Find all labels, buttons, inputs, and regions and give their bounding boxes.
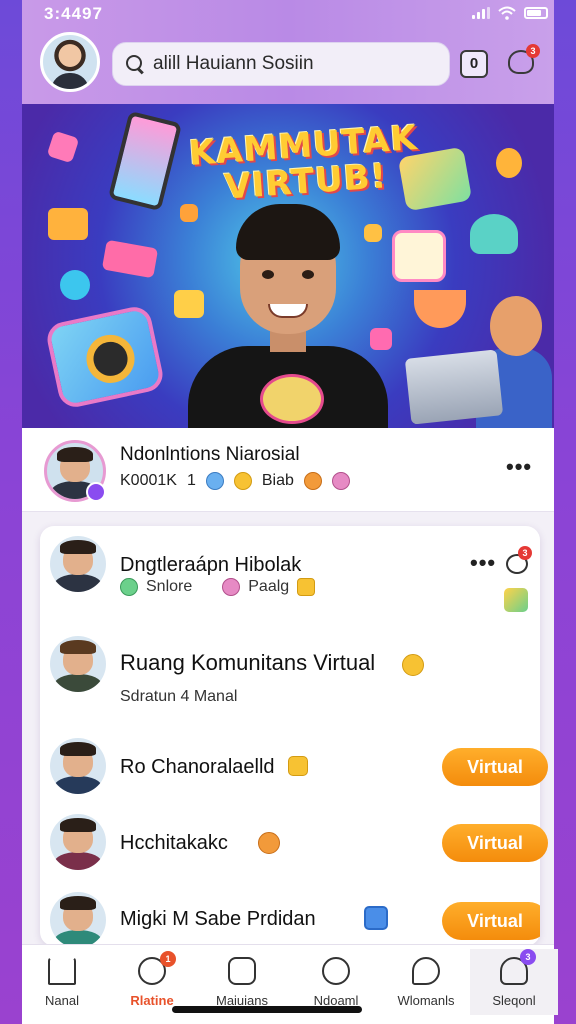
- face-emoji-icon: [331, 472, 350, 490]
- list-item[interactable]: Migki M Sabe Prdidan Virtual: [40, 892, 540, 948]
- featured-sub-text: K0001K: [120, 472, 177, 489]
- virtual-button[interactable]: Virtual: [442, 748, 548, 786]
- avatar: [50, 738, 106, 794]
- nav-item-emoji[interactable]: Ndoaml: [292, 957, 380, 1008]
- food-bowl-icon: [414, 290, 466, 328]
- notification-badge: 3: [526, 44, 540, 58]
- home-icon: [48, 957, 76, 985]
- nav-label: Wlomanls: [397, 993, 455, 1008]
- list-item-meta: Snlore Paalg: [120, 578, 316, 596]
- boy-illustration: [188, 204, 388, 428]
- people-emoji-icon: [303, 472, 322, 490]
- sticker-card-icon: [101, 239, 159, 279]
- banner-title: KAMMUTAK VIRTUB!: [188, 118, 422, 208]
- list-item-name: Ro Chanoralaelld: [120, 756, 275, 778]
- smile-emoji-icon: [297, 578, 316, 596]
- featured-profile[interactable]: Ndonlntions Niarosial K0001K 1 Biab •••: [22, 428, 554, 512]
- featured-meta: K0001K 1 Biab: [120, 472, 350, 490]
- list-item[interactable]: Hcchitakakc Virtual: [40, 814, 548, 874]
- nav-label: Sleqonl: [492, 993, 536, 1008]
- search-text: alill Hauiann Sosiin: [153, 53, 314, 74]
- laptop-icon: [404, 349, 504, 425]
- music-note-icon: [496, 148, 522, 178]
- app-screen: 3:4497 alill Hauiann Sosiin 0 3 KAMMUTAK…: [22, 0, 558, 1024]
- leaf-icon: [470, 214, 518, 254]
- camera-icon: [44, 303, 166, 411]
- chat-badge: 3: [518, 546, 532, 560]
- music-note-icon: [222, 578, 241, 596]
- smartphone-icon: [107, 110, 183, 212]
- list-item[interactable]: Dngtleraápn Hibolak Snlore Paalg ••• 3: [40, 536, 540, 612]
- dice-icon: [392, 230, 446, 282]
- list-item-meta: Sdratun 4 Manal: [120, 688, 238, 705]
- search-bar[interactable]: alill Hauiann Sosiin: [112, 42, 450, 86]
- community-list: Dngtleraápn Hibolak Snlore Paalg ••• 3 R…: [40, 526, 548, 948]
- nav-badge: 1: [160, 951, 176, 967]
- list-item[interactable]: Ruang Komunitans Virtual Sdratun 4 Manal: [40, 636, 540, 705]
- game-cube-icon: [46, 130, 80, 164]
- smile-emoji-icon: [288, 756, 308, 776]
- wifi-icon: [498, 6, 516, 20]
- status-icons: [472, 6, 548, 20]
- featured-sub-num: 1: [186, 472, 196, 489]
- featured-name: Ndonlntions Niarosial: [120, 444, 300, 465]
- message-icon: [364, 906, 388, 930]
- notification-button[interactable]: 3: [508, 44, 540, 78]
- counter-button[interactable]: 0: [460, 50, 488, 78]
- message-bubble-icon: [412, 957, 440, 985]
- more-options-icon[interactable]: •••: [506, 454, 532, 480]
- list-item-sub1: Snlore: [146, 578, 193, 595]
- list-item-sub2: Paalg: [248, 578, 290, 595]
- home-indicator[interactable]: [172, 1006, 362, 1013]
- list-item-name: Hcchitakakc: [120, 832, 228, 854]
- nav-badge: 3: [520, 949, 536, 965]
- nav-label: Nanal: [45, 993, 79, 1008]
- food-emoji-icon: [258, 832, 280, 854]
- chat-face-icon: [228, 957, 256, 985]
- avatar: [50, 814, 106, 870]
- nav-item-profile[interactable]: 3 Sleqonl: [470, 949, 558, 1015]
- search-icon: [125, 54, 145, 74]
- virtual-button[interactable]: Virtual: [442, 902, 540, 940]
- smile-emoji-icon: [233, 472, 252, 490]
- profile-icon: 3: [500, 949, 536, 985]
- signal-icon: [472, 7, 490, 19]
- avatar: [50, 536, 106, 592]
- profile-avatar[interactable]: [40, 32, 100, 92]
- list-item-name: Migki M Sabe Prdidan: [120, 908, 316, 930]
- nav-item-chat[interactable]: Maiuians: [198, 957, 286, 1008]
- sticker-icon: [504, 588, 528, 612]
- virtual-button[interactable]: Virtual: [442, 824, 548, 862]
- nav-item-home[interactable]: Nanal: [18, 957, 106, 1008]
- featured-sub-label: Biab: [261, 472, 294, 489]
- status-time: 3:4497: [44, 4, 103, 23]
- chat-card-icon: [48, 208, 88, 240]
- list-item-name: Ruang Komunitans Virtual: [120, 650, 376, 675]
- top-header: 3:4497 alill Hauiann Sosiin 0 3: [22, 0, 554, 104]
- list-item[interactable]: Ro Chanoralaelld Virtual: [40, 738, 548, 798]
- chat-icon[interactable]: 3: [506, 546, 532, 574]
- nav-item-activity[interactable]: 1 Rlatine: [108, 951, 196, 1008]
- hand-emoji-icon: [402, 654, 424, 676]
- nav-item-messages[interactable]: Wlomanls: [382, 957, 470, 1008]
- hero-banner[interactable]: KAMMUTAK VIRTUB!: [22, 104, 554, 428]
- sparkle-icon: [60, 270, 90, 300]
- avatar: [50, 892, 106, 948]
- compass-icon: 1: [138, 951, 176, 985]
- more-options-icon[interactable]: •••: [470, 550, 496, 576]
- battery-icon: [524, 7, 548, 19]
- rocket-icon: [205, 472, 224, 490]
- paint-emoji-icon: [120, 578, 138, 596]
- sad-face-icon: [322, 957, 350, 985]
- verified-badge-icon: [86, 482, 106, 502]
- avatar: [50, 636, 106, 692]
- list-item-name: Dngtleraápn Hibolak: [120, 554, 302, 576]
